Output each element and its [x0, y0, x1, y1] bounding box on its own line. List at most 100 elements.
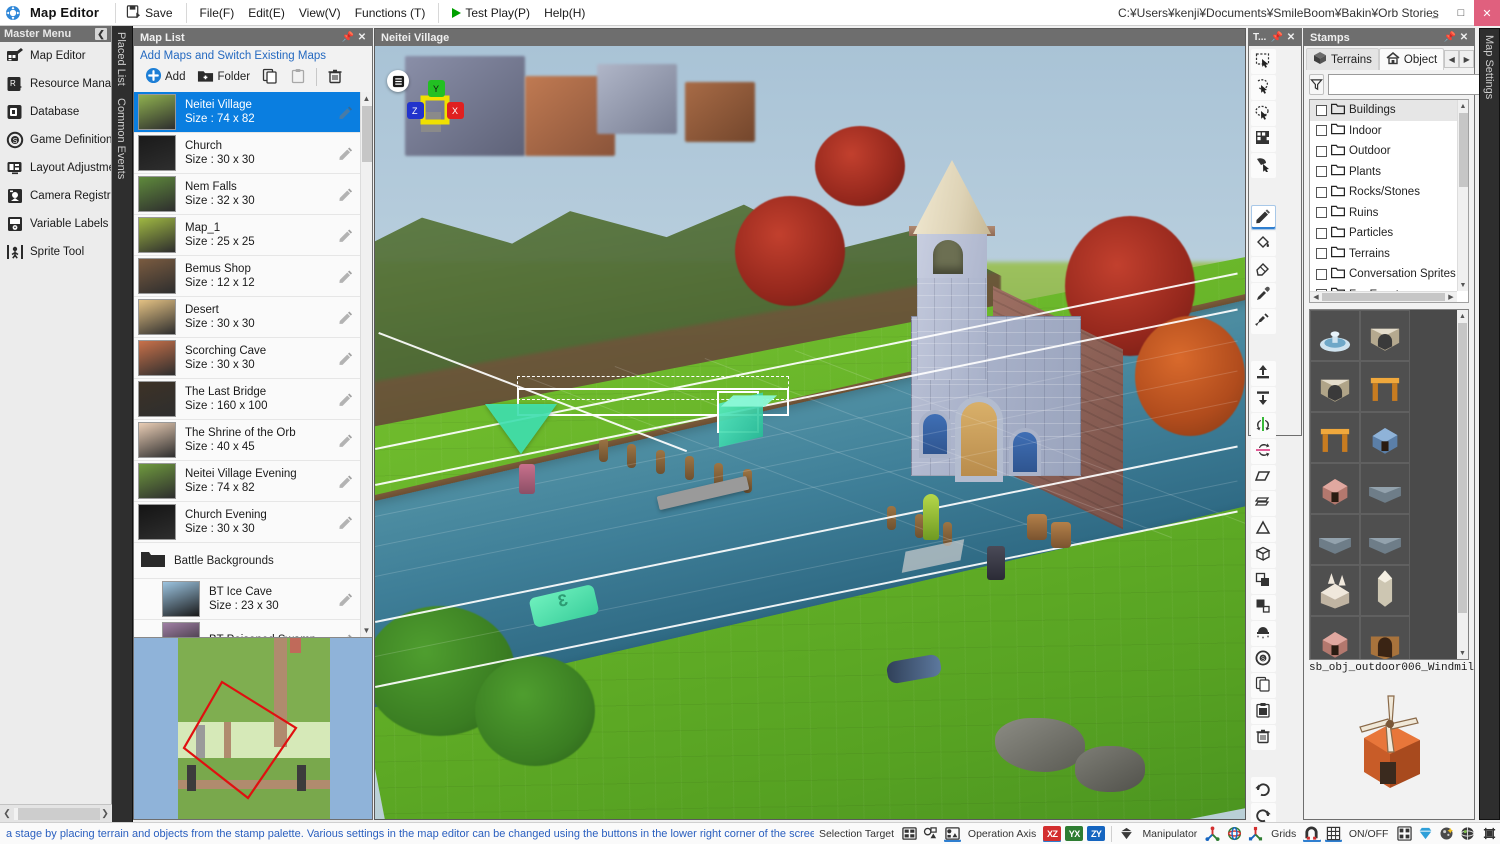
edit-pencil-icon[interactable]	[338, 269, 353, 286]
plane-tool[interactable]	[1250, 464, 1276, 490]
stamps-thumbnail-grid[interactable]: ▲ ▼	[1309, 309, 1469, 660]
paste-tool[interactable]	[1250, 698, 1276, 724]
close-icon[interactable]: ✕	[1457, 31, 1471, 45]
close-icon[interactable]: ✕	[355, 31, 369, 45]
raise-terrain-tool[interactable]	[1250, 360, 1276, 386]
stamps-category-item[interactable]: Rocks/Stones	[1310, 182, 1457, 203]
delete-map-button[interactable]	[322, 66, 348, 88]
redo-tool[interactable]	[1250, 776, 1276, 802]
show-grid-button[interactable]	[1324, 824, 1343, 843]
map-list-item[interactable]: BT Ice Cave Size : 23 x 30	[134, 579, 360, 620]
edit-pencil-icon[interactable]	[338, 433, 353, 450]
paint-bucket-tool[interactable]	[1250, 230, 1276, 256]
chevron-right-icon[interactable]: ▶	[1459, 50, 1475, 68]
slope-tool[interactable]	[1250, 516, 1276, 542]
stamp-item[interactable]	[1310, 565, 1360, 616]
map-list-item[interactable]: The Last Bridge Size : 160 x 100	[134, 379, 360, 420]
map-minimap[interactable]	[134, 637, 372, 819]
sidebar-item-database[interactable]: Database	[0, 98, 111, 126]
edit-pencil-icon[interactable]	[338, 351, 353, 368]
stamps-tree-hscrollbar[interactable]: ◀ ▶	[1310, 291, 1457, 302]
map-list-item[interactable]: Church Size : 30 x 30	[134, 133, 360, 174]
stamp-item[interactable]	[1360, 310, 1410, 361]
sidebar-item-camera-registration[interactable]: Camera Registra	[0, 182, 111, 210]
category-checkbox[interactable]	[1316, 186, 1327, 198]
tab-terrains[interactable]: Terrains	[1306, 48, 1379, 70]
stamp-item[interactable]	[1360, 463, 1410, 514]
stamps-category-item[interactable]: Buildings	[1310, 100, 1457, 121]
category-checkbox[interactable]	[1316, 145, 1327, 157]
stamp-item[interactable]	[1310, 463, 1360, 514]
test-play-button[interactable]: Test Play(P)	[445, 3, 537, 23]
circle-select-tool[interactable]	[1250, 100, 1276, 126]
stamp-item[interactable]	[1310, 361, 1360, 412]
map-list-item[interactable]: Map_1 Size : 25 x 25	[134, 215, 360, 256]
scale-manipulator-button[interactable]	[1246, 824, 1265, 843]
menu-file[interactable]: File(F)	[193, 3, 242, 23]
scroll-left-icon[interactable]: ◀	[1310, 292, 1322, 302]
snap-grid-button[interactable]	[1302, 824, 1321, 843]
help-button[interactable]: Help(H)	[537, 3, 592, 23]
stamps-category-item[interactable]: Terrains	[1310, 244, 1457, 265]
stamp-item[interactable]	[1360, 514, 1410, 565]
chevron-left-icon[interactable]: ◀	[1444, 50, 1460, 68]
map-list-item[interactable]: Neitei Village Size : 74 x 82	[134, 92, 360, 133]
scroll-up-icon[interactable]: ▲	[1458, 100, 1468, 112]
tab-object[interactable]: Object	[1378, 48, 1445, 70]
stamps-category-item[interactable]: Outdoor	[1310, 141, 1457, 162]
move-manipulator-button[interactable]	[1203, 824, 1222, 843]
toggle-globe-button[interactable]	[1458, 824, 1477, 843]
stamp-item[interactable]	[1360, 361, 1410, 412]
scroll-up-icon[interactable]: ▲	[1457, 310, 1468, 322]
stamp-item[interactable]	[1310, 616, 1360, 659]
select-objects-button[interactable]	[921, 824, 940, 843]
vtab-common-events[interactable]: Common Events	[112, 92, 130, 185]
map-viewport[interactable]: Neitei Village 3 Y X Z	[374, 28, 1246, 820]
toggle-collision-button[interactable]	[1480, 824, 1499, 843]
edit-pencil-icon[interactable]	[338, 105, 353, 122]
copy-map-button[interactable]	[257, 66, 283, 88]
layers-tool[interactable]	[1250, 490, 1276, 516]
category-checkbox[interactable]	[1316, 248, 1327, 260]
sidebar-item-game-definition[interactable]: S Game Definition	[0, 126, 111, 154]
copy-tool[interactable]	[1250, 672, 1276, 698]
stamps-grid-vscrollbar[interactable]: ▲ ▼	[1457, 310, 1468, 659]
edit-pencil-icon[interactable]	[338, 187, 353, 204]
flip-horizontal-tool[interactable]	[1250, 412, 1276, 438]
stamp-item[interactable]	[1310, 310, 1360, 361]
stamps-tree-vscrollbar[interactable]: ▲ ▼	[1457, 100, 1468, 291]
pin-icon[interactable]: 📌	[1270, 31, 1284, 45]
scroll-thumb[interactable]	[362, 106, 372, 162]
stamps-category-item[interactable]: Ruins	[1310, 203, 1457, 224]
category-checkbox[interactable]	[1316, 268, 1327, 280]
scroll-thumb[interactable]	[1458, 323, 1467, 613]
scroll-thumb[interactable]	[1322, 293, 1445, 301]
add-map-button[interactable]: Add	[140, 66, 190, 88]
ungroup-tool[interactable]	[1250, 594, 1276, 620]
edit-pencil-icon[interactable]	[338, 146, 353, 163]
category-checkbox[interactable]	[1316, 166, 1327, 178]
add-folder-button[interactable]: Folder	[192, 66, 255, 88]
lower-terrain-tool[interactable]	[1250, 386, 1276, 412]
rect-select-tool[interactable]	[1250, 48, 1276, 74]
scroll-right-icon[interactable]: ▶	[1445, 292, 1457, 302]
stamps-search-input[interactable]	[1328, 74, 1480, 95]
scroll-left-icon[interactable]: ❮	[0, 806, 14, 822]
event-tool[interactable]	[1250, 620, 1276, 646]
sidebar-item-resource-manager[interactable]: R Resource Manag	[0, 70, 111, 98]
scroll-down-icon[interactable]: ▼	[1458, 279, 1468, 291]
3d-scene[interactable]: 3 Y X Z	[375, 46, 1245, 819]
scroll-thumb[interactable]	[1459, 113, 1468, 187]
map-list-vscrollbar[interactable]: ▲ ▼	[360, 92, 372, 637]
vtab-placed-list[interactable]: Placed List	[112, 26, 130, 92]
eyedropper-tool[interactable]	[1250, 282, 1276, 308]
map-folder-item[interactable]: Battle Backgrounds	[134, 543, 360, 579]
stamp-item[interactable]	[1310, 514, 1360, 565]
close-icon[interactable]: ✕	[1284, 31, 1298, 45]
lasso-select-tool[interactable]	[1250, 74, 1276, 100]
pin-icon[interactable]: 📌	[1443, 31, 1457, 45]
sidebar-item-variable-labels[interactable]: Variable Labels	[0, 210, 111, 238]
brush-tool[interactable]	[1250, 308, 1276, 334]
pencil-tool[interactable]	[1250, 204, 1276, 230]
stamp-item[interactable]	[1360, 565, 1410, 616]
